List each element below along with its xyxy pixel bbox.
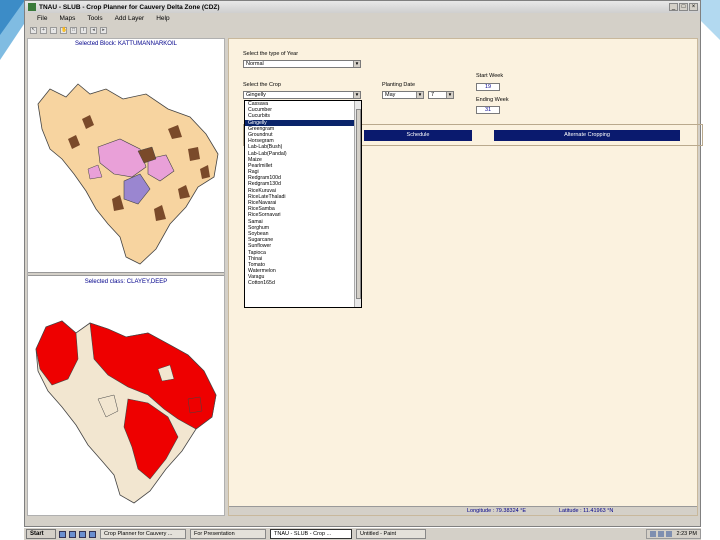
title-bar: TNAU - SLUB - Crop Planner for Cauvery D… bbox=[25, 1, 700, 13]
alternate-cropping-button[interactable]: Alternate Cropping bbox=[494, 130, 680, 141]
task-tnau-slub[interactable]: TNAU - SLUB - Crop ... bbox=[270, 529, 352, 539]
start-button[interactable]: Start bbox=[26, 529, 56, 539]
ending-week-field[interactable]: 31 bbox=[476, 106, 500, 114]
chevron-down-icon[interactable]: ▼ bbox=[416, 92, 423, 98]
selected-block-label: Selected Block: KATTUMANNARKOIL bbox=[75, 41, 177, 47]
identify-icon[interactable]: i bbox=[80, 26, 87, 34]
task-crop-planner[interactable]: Crop Planner for Cauvery ... bbox=[100, 529, 186, 539]
crop-select[interactable]: Gingelly ▼ bbox=[243, 91, 361, 99]
map-toolbar: ↖ + - ✋ □ i ◂ ▸ bbox=[25, 24, 700, 36]
close-button[interactable]: × bbox=[689, 3, 698, 11]
ending-week-label: Ending Week bbox=[476, 97, 509, 103]
menu-add-layer[interactable]: Add Layer bbox=[115, 15, 145, 22]
menu-help[interactable]: Help bbox=[156, 15, 169, 22]
back-icon[interactable]: ◂ bbox=[90, 26, 97, 34]
longitude-readout: Longitude : 79.38324 °E bbox=[467, 508, 527, 514]
network-icon[interactable] bbox=[649, 531, 656, 537]
menu-maps[interactable]: Maps bbox=[59, 15, 75, 22]
start-week-field[interactable]: 19 bbox=[476, 83, 500, 91]
select-tool-icon[interactable]: ↖ bbox=[30, 26, 37, 34]
app-icon bbox=[28, 3, 36, 11]
planting-date-label: Planting Date bbox=[382, 82, 416, 88]
chevron-down-icon[interactable]: ▼ bbox=[353, 92, 360, 98]
year-type-select[interactable]: Normal ▼ bbox=[243, 60, 361, 68]
desktop-icon[interactable] bbox=[59, 530, 66, 538]
map-divider[interactable] bbox=[28, 272, 224, 276]
minimize-button[interactable]: _ bbox=[669, 3, 678, 11]
crop-label: Select the Crop bbox=[243, 82, 281, 88]
planting-month-select[interactable]: May ▼ bbox=[382, 91, 424, 99]
task-for-presentation[interactable]: For Presentation bbox=[190, 529, 266, 539]
map-panel: Selected Block: KATTUMANNARKOIL Selected… bbox=[27, 38, 225, 516]
block-map[interactable] bbox=[28, 59, 224, 269]
status-bar: Longitude : 79.38324 °E Latitude : 11.41… bbox=[229, 506, 697, 515]
forward-icon[interactable]: ▸ bbox=[100, 26, 107, 34]
volume-icon[interactable] bbox=[657, 531, 664, 537]
planting-day-select[interactable]: 7 ▼ bbox=[428, 91, 454, 99]
latitude-readout: Latitude : 11.41963 °N bbox=[559, 508, 614, 514]
taskbar: Start Crop Planner for Cauvery ... For P… bbox=[24, 527, 701, 540]
window-title: TNAU - SLUB - Crop Planner for Cauvery D… bbox=[39, 3, 220, 11]
menu-tools[interactable]: Tools bbox=[87, 15, 102, 22]
chevron-down-icon[interactable]: ▼ bbox=[353, 61, 360, 67]
maximize-button[interactable]: □ bbox=[679, 3, 688, 11]
selected-class-label: Selected class: CLAYEY,DEEP bbox=[84, 279, 168, 285]
media-icon[interactable] bbox=[89, 530, 96, 538]
zoom-out-icon[interactable]: - bbox=[50, 26, 57, 34]
browser-icon[interactable] bbox=[69, 530, 76, 538]
app-window: TNAU - SLUB - Crop Planner for Cauvery D… bbox=[24, 0, 703, 527]
schedule-button[interactable]: Schedule bbox=[364, 130, 472, 141]
crop-dropdown-list[interactable]: Cassava Cucumber Cucurbits Gingelly Greengra… bbox=[244, 100, 362, 308]
crop-list-scrollbar[interactable] bbox=[354, 101, 361, 307]
task-paint[interactable]: Untitled - Paint bbox=[356, 529, 426, 539]
soil-class-map[interactable] bbox=[28, 299, 224, 509]
antivirus-icon[interactable] bbox=[665, 531, 672, 537]
menu-bar: File Maps Tools Add Layer Help bbox=[25, 13, 700, 24]
system-tray: 2:23 PM bbox=[645, 529, 701, 539]
year-type-label: Select the type of Year bbox=[243, 51, 299, 57]
scrollbar-thumb[interactable] bbox=[356, 109, 361, 299]
explorer-icon[interactable] bbox=[79, 530, 86, 538]
chevron-down-icon[interactable]: ▼ bbox=[446, 92, 453, 98]
pan-icon[interactable]: ✋ bbox=[60, 26, 67, 34]
clock: 2:23 PM bbox=[676, 531, 697, 537]
start-week-label: Start Week bbox=[476, 73, 504, 79]
full-extent-icon[interactable]: □ bbox=[70, 26, 77, 34]
crop-list-item[interactable]: Cotton165d bbox=[245, 280, 361, 286]
zoom-in-icon[interactable]: + bbox=[40, 26, 47, 34]
menu-file[interactable]: File bbox=[37, 15, 47, 22]
